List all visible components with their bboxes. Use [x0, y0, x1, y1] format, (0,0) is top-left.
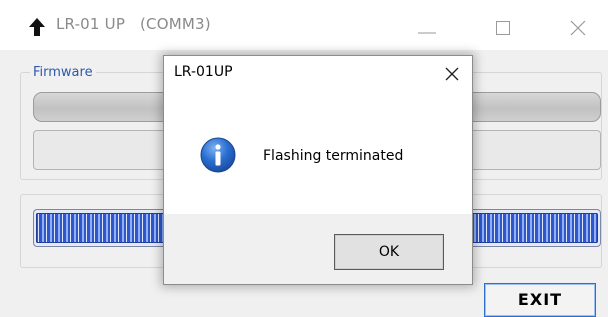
up-arrow-icon [26, 16, 48, 38]
dialog-footer: OK [164, 214, 472, 284]
exit-button[interactable]: EXIT [484, 283, 596, 317]
title-bar[interactable]: LR-01 UP (COMM3) [0, 0, 608, 50]
dialog-message: Flashing terminated [263, 148, 404, 164]
maximize-button[interactable] [480, 0, 526, 50]
close-button[interactable] [556, 0, 602, 50]
info-icon [199, 136, 237, 174]
close-icon [445, 67, 459, 81]
dialog-title: LR-01UP [174, 64, 233, 80]
message-dialog: LR-01UP Flashing terminated OK [163, 55, 473, 285]
minimize-button[interactable] [400, 0, 446, 50]
window-title: LR-01 UP (COMM3) [56, 15, 211, 33]
dialog-close-button[interactable] [434, 58, 470, 90]
firmware-group-label: Firmware [30, 65, 96, 80]
ok-button[interactable]: OK [334, 234, 444, 270]
close-icon [570, 20, 586, 36]
maximize-icon [496, 21, 510, 35]
minimize-icon [418, 32, 436, 34]
